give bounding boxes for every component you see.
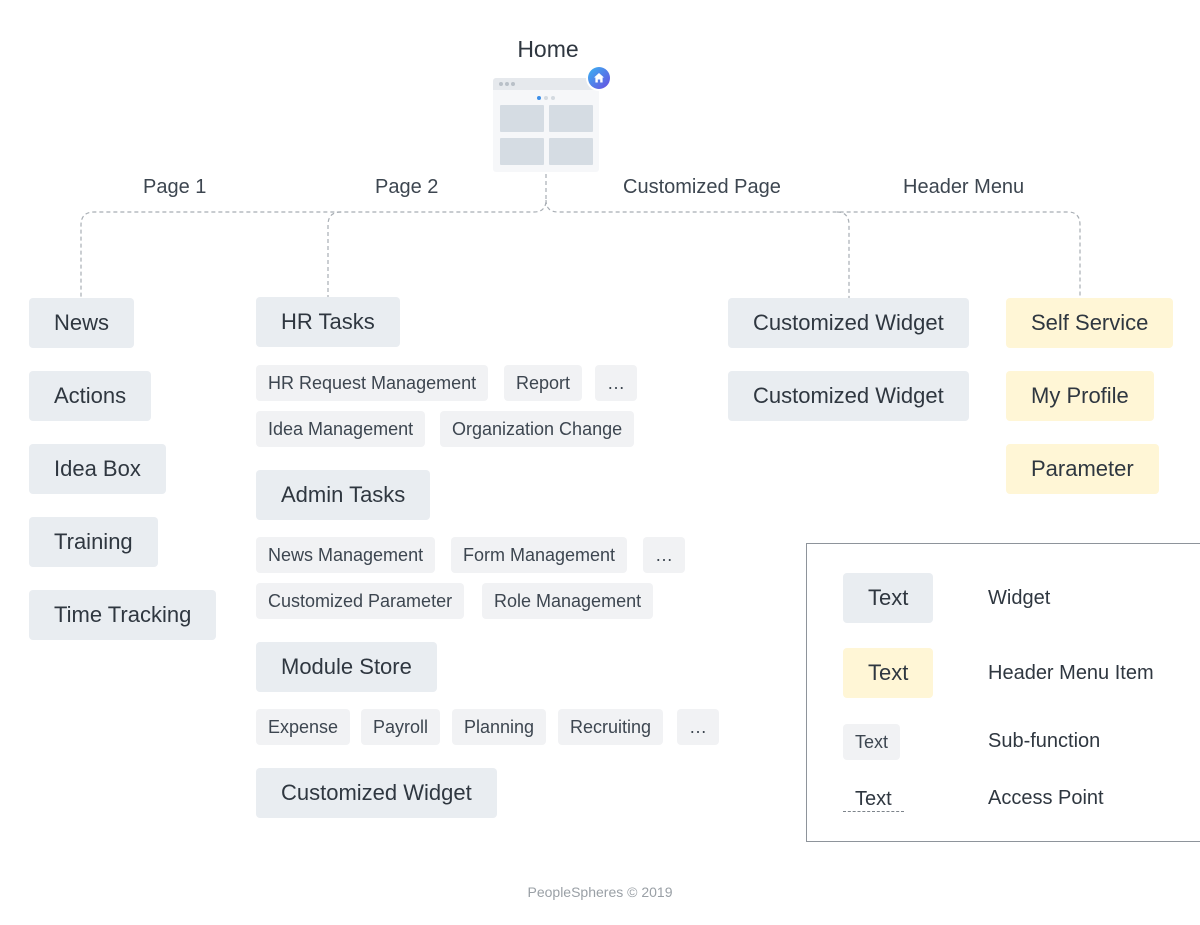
branch-label-page2: Page 2: [375, 176, 439, 198]
widget-time-tracking[interactable]: Time Tracking: [29, 590, 217, 640]
widget-idea-box[interactable]: Idea Box: [29, 444, 166, 494]
sub-customized-parameter[interactable]: Customized Parameter: [256, 583, 465, 619]
legend-header-menu-item-sample: Text: [843, 648, 934, 698]
connector-customized-page: [836, 211, 850, 298]
footer-copyright: PeopleSpheres © 2019: [527, 884, 673, 900]
widget-module-store[interactable]: Module Store: [256, 642, 437, 692]
widget-actions[interactable]: Actions: [29, 371, 152, 421]
widget-tile: [500, 138, 544, 165]
sub-organization-change[interactable]: Organization Change: [440, 411, 635, 447]
widget-customized-widget[interactable]: Customized Widget: [256, 768, 497, 818]
widget-customized-widget[interactable]: Customized Widget: [728, 371, 969, 421]
home-title: Home: [517, 36, 579, 62]
branch-label-header-menu: Header Menu: [903, 176, 1025, 198]
pager-dot-active: [537, 96, 541, 100]
sub-expense[interactable]: Expense: [256, 709, 351, 745]
widget-training[interactable]: Training: [29, 517, 158, 567]
header-menu-parameter[interactable]: Parameter: [1006, 444, 1159, 494]
connector-trunk-right: [545, 199, 1081, 298]
widget-customized-widget[interactable]: Customized Widget: [728, 298, 969, 348]
legend-access-point-desc: Access Point: [988, 787, 1104, 809]
sub-planning[interactable]: Planning: [452, 709, 547, 745]
sub-more[interactable]: …: [643, 537, 685, 573]
sub-idea-management[interactable]: Idea Management: [256, 411, 426, 447]
sub-more[interactable]: …: [677, 709, 719, 745]
widget-hr-tasks[interactable]: HR Tasks: [256, 297, 400, 347]
sub-form-management[interactable]: Form Management: [451, 537, 628, 573]
header-menu-my-profile[interactable]: My Profile: [1006, 371, 1154, 421]
window-dot: [505, 82, 509, 86]
legend-widget-sample: Text: [843, 573, 934, 623]
widget-tile: [549, 105, 593, 132]
widget-tile: [500, 105, 544, 132]
legend-widget-desc: Widget: [988, 587, 1051, 609]
home-icon: [588, 67, 610, 89]
widget-tile: [549, 138, 593, 165]
sub-role-management[interactable]: Role Management: [482, 583, 654, 619]
legend-sub-function-sample: Text: [843, 724, 901, 760]
pager-dot: [544, 96, 548, 100]
legend-header-menu-item-desc: Header Menu Item: [988, 662, 1154, 684]
header-menu-self-service[interactable]: Self Service: [1006, 298, 1174, 348]
window-dot: [499, 82, 503, 86]
sub-payroll[interactable]: Payroll: [361, 709, 441, 745]
window-dot: [511, 82, 515, 86]
pager-dot: [551, 96, 555, 100]
home-page-illustration: [493, 78, 599, 172]
widget-news[interactable]: News: [29, 298, 135, 348]
branch-label-customized-page: Customized Page: [623, 176, 781, 198]
sub-report[interactable]: Report: [504, 365, 583, 401]
sub-news-management[interactable]: News Management: [256, 537, 436, 573]
widget-admin-tasks[interactable]: Admin Tasks: [256, 470, 431, 520]
connector-page2: [327, 211, 342, 298]
branch-label-page1: Page 1: [143, 176, 207, 198]
legend-sub-function-desc: Sub-function: [988, 730, 1101, 752]
sub-recruiting[interactable]: Recruiting: [558, 709, 664, 745]
legend-access-point-sample: Text: [843, 787, 904, 812]
sub-hr-request-management[interactable]: HR Request Management: [256, 365, 489, 401]
sub-more[interactable]: …: [595, 365, 637, 401]
